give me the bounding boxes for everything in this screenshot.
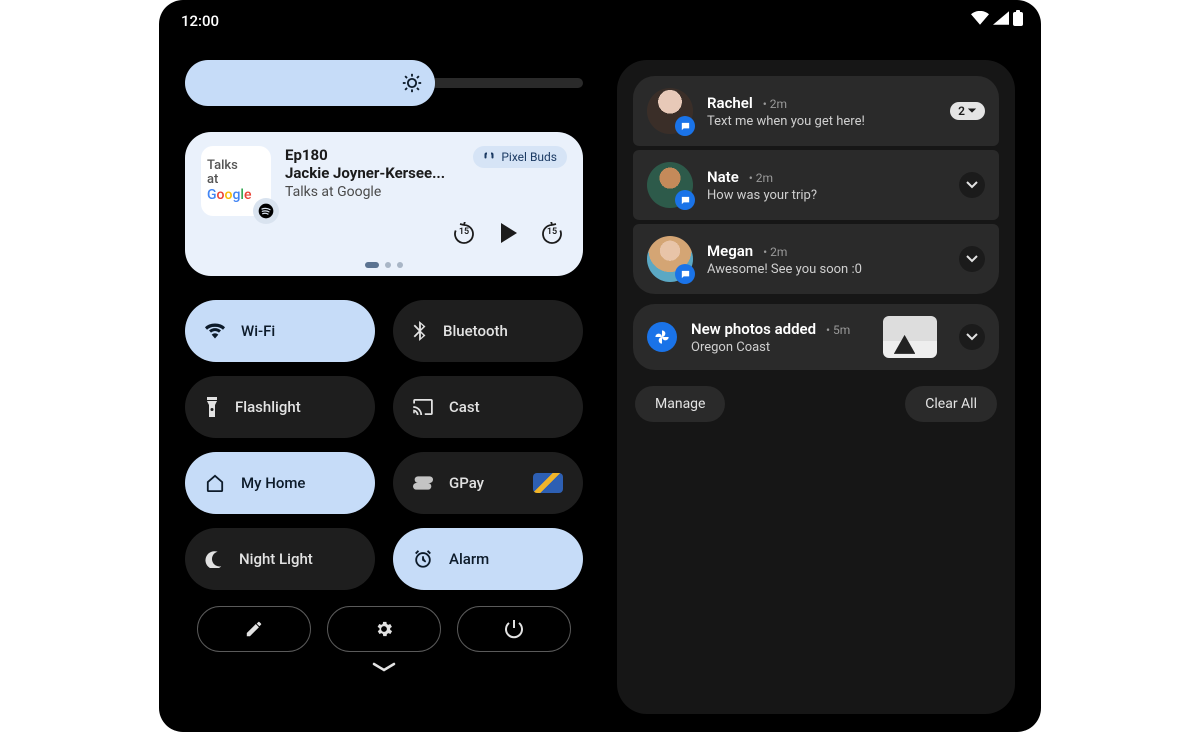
tile-label: Flashlight bbox=[235, 398, 301, 416]
notification-item[interactable]: Rachel • 2m Text me when you get here! 2 bbox=[633, 76, 999, 146]
notification-body: How was your trip? bbox=[707, 188, 945, 203]
media-player-card[interactable]: Pixel Buds Talks at Google Ep180 Jackie … bbox=[185, 132, 583, 276]
photos-app-icon bbox=[647, 322, 677, 352]
qs-footer bbox=[185, 606, 583, 652]
manage-button[interactable]: Manage bbox=[635, 386, 725, 422]
power-button[interactable] bbox=[457, 606, 571, 652]
notification-body: Awesome! See you soon :0 bbox=[707, 262, 945, 277]
tile-gpay[interactable]: GPay bbox=[393, 452, 583, 514]
output-device-chip[interactable]: Pixel Buds bbox=[473, 146, 567, 168]
notification-age: 2m bbox=[756, 171, 773, 185]
tile-nightlight[interactable]: Night Light bbox=[185, 528, 375, 590]
notification-age: 2m bbox=[770, 245, 787, 259]
expand-button[interactable] bbox=[959, 324, 985, 350]
qs-tiles: Wi-Fi Bluetooth Flashlight Cast My Home bbox=[185, 300, 583, 590]
expand-button[interactable] bbox=[959, 172, 985, 198]
tile-label: Wi-Fi bbox=[241, 322, 275, 340]
media-pager-dots[interactable] bbox=[365, 262, 403, 268]
avatar bbox=[647, 236, 693, 282]
tile-alarm[interactable]: Alarm bbox=[393, 528, 583, 590]
notification-item[interactable]: Megan • 2m Awesome! See you soon :0 bbox=[633, 224, 999, 294]
gpay-icon bbox=[413, 476, 433, 490]
device-frame: 12:00 bbox=[159, 0, 1041, 732]
bluetooth-icon bbox=[413, 321, 427, 341]
messages-app-icon bbox=[675, 190, 695, 210]
status-icons bbox=[971, 10, 1023, 26]
skip-back-button[interactable]: 15 bbox=[451, 222, 477, 244]
avatar bbox=[647, 162, 693, 208]
payment-card-thumb bbox=[533, 473, 563, 493]
notification-panel: Rachel • 2m Text me when you get here! 2 bbox=[617, 60, 1015, 714]
tile-flashlight[interactable]: Flashlight bbox=[185, 376, 375, 438]
status-bar: 12:00 bbox=[159, 10, 1041, 38]
play-button[interactable] bbox=[499, 223, 517, 243]
quick-settings-panel: Pixel Buds Talks at Google Ep180 Jackie … bbox=[185, 60, 583, 714]
tile-wifi[interactable]: Wi-Fi bbox=[185, 300, 375, 362]
expand-qs-icon[interactable] bbox=[371, 660, 397, 674]
notification-item[interactable]: Nate • 2m How was your trip? bbox=[633, 150, 999, 220]
alarm-icon bbox=[413, 549, 433, 569]
photo-thumbnail bbox=[883, 316, 937, 358]
tile-label: GPay bbox=[449, 474, 484, 492]
media-artwork: Talks at Google bbox=[201, 146, 271, 216]
media-subtitle: Talks at Google bbox=[285, 184, 565, 200]
brightness-slider[interactable] bbox=[185, 60, 583, 106]
expand-button[interactable] bbox=[959, 246, 985, 272]
notification-body: Oregon Coast bbox=[691, 340, 869, 355]
spotify-icon bbox=[253, 198, 279, 224]
tile-label: Night Light bbox=[239, 550, 313, 568]
notification-sender: Megan bbox=[707, 242, 753, 260]
tile-label: Cast bbox=[449, 398, 480, 416]
cast-icon bbox=[413, 399, 433, 415]
tile-cast[interactable]: Cast bbox=[393, 376, 583, 438]
notification-body: Text me when you get here! bbox=[707, 114, 936, 129]
messages-app-icon bbox=[675, 264, 695, 284]
settings-button[interactable] bbox=[327, 606, 441, 652]
google-logo-text: Google bbox=[207, 187, 265, 203]
earbuds-icon bbox=[483, 151, 495, 163]
battery-icon bbox=[1013, 10, 1023, 26]
tile-label: Alarm bbox=[449, 550, 489, 568]
tile-home[interactable]: My Home bbox=[185, 452, 375, 514]
flashlight-icon bbox=[205, 397, 219, 417]
messages-app-icon bbox=[675, 116, 695, 136]
home-icon bbox=[205, 474, 225, 492]
edit-button[interactable] bbox=[197, 606, 311, 652]
brightness-icon bbox=[401, 72, 423, 94]
avatar bbox=[647, 88, 693, 134]
tile-bluetooth[interactable]: Bluetooth bbox=[393, 300, 583, 362]
notification-actions: Manage Clear All bbox=[633, 380, 999, 422]
moon-icon bbox=[205, 550, 223, 568]
clear-all-button[interactable]: Clear All bbox=[905, 386, 997, 422]
notification-sender: Rachel bbox=[707, 94, 753, 112]
tile-label: My Home bbox=[241, 474, 305, 492]
notification-item-photos[interactable]: New photos added • 5m Oregon Coast bbox=[633, 304, 999, 370]
notification-title: New photos added bbox=[691, 320, 816, 338]
notification-age: 2m bbox=[770, 97, 787, 111]
notification-age: 5m bbox=[833, 323, 850, 337]
tile-label: Bluetooth bbox=[443, 322, 508, 340]
wifi-icon bbox=[205, 323, 225, 339]
signal-icon bbox=[993, 11, 1009, 25]
wifi-icon bbox=[971, 11, 989, 25]
output-device-label: Pixel Buds bbox=[501, 150, 557, 164]
skip-forward-button[interactable]: 15 bbox=[539, 222, 565, 244]
notification-count-chip[interactable]: 2 bbox=[950, 102, 985, 120]
messages-group: Rachel • 2m Text me when you get here! 2 bbox=[633, 76, 999, 294]
notification-sender: Nate bbox=[707, 168, 739, 186]
status-time: 12:00 bbox=[181, 12, 219, 30]
